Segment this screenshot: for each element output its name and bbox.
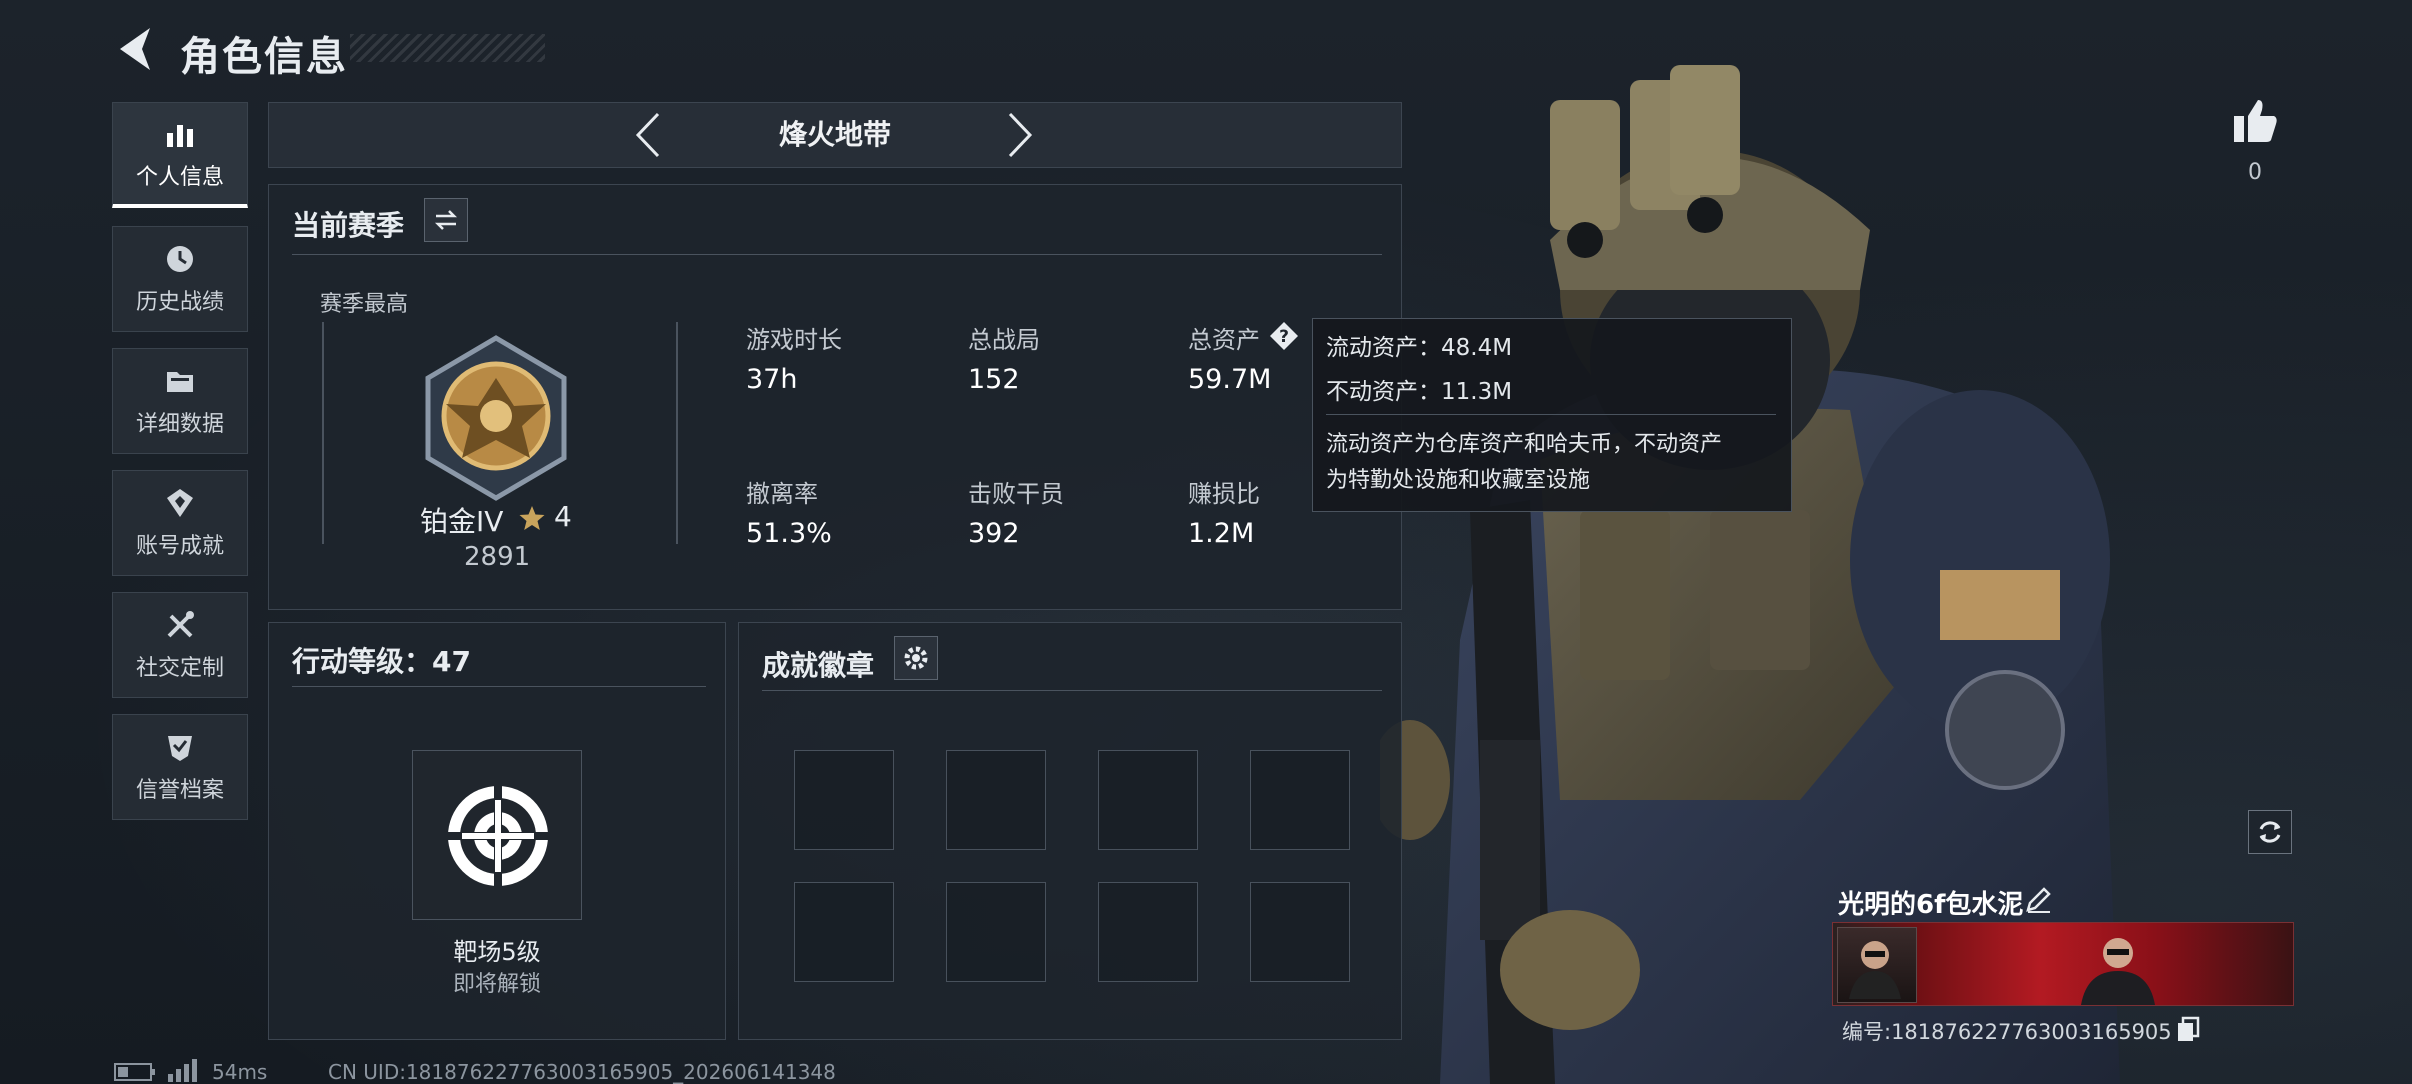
divider (1326, 414, 1776, 415)
player-banner[interactable] (1832, 922, 2294, 1006)
uid-text: CN UID:181876227763003165905_20260614134… (328, 1060, 836, 1084)
stat-value: 51.3% (746, 518, 832, 549)
page-title: 角色信息 (180, 34, 348, 80)
sidebar-item-detailed-data[interactable]: 详细数据 (112, 348, 248, 454)
battery-icon (114, 1063, 155, 1081)
unlock-item-name: 靶场5级 (453, 938, 541, 966)
like-count: 0 (2248, 160, 2262, 185)
stat-value: 1.2M (1188, 518, 1255, 549)
rank-stars-count: 4 (554, 500, 572, 533)
sidebar-item-personal-info[interactable]: 个人信息 (112, 102, 248, 208)
switch-season-button[interactable] (424, 198, 468, 242)
network-ping: 54ms (212, 1060, 268, 1084)
tooltip-description-line: 为特勤处设施和收藏室设施 (1326, 468, 1591, 493)
shield-check-icon (168, 736, 192, 761)
edit-pencil-icon[interactable] (2024, 884, 2054, 914)
rank-name: 铂金IV (420, 505, 504, 538)
badge-slot[interactable] (1098, 882, 1198, 982)
title-decoration (350, 34, 545, 62)
history-clock-icon (167, 246, 193, 272)
player-id-text: 编号:181876227763003165905 (1842, 1020, 2172, 1044)
chevron-left-icon[interactable] (632, 110, 662, 160)
tooltip-description-line: 流动资产为仓库资产和哈夫币，不动资产 (1326, 432, 1723, 457)
badges-title: 成就徽章 (762, 649, 875, 682)
sidebar-item-achievements[interactable]: 账号成就 (112, 470, 248, 576)
tooltip-liquid-assets: 流动资产：48.4M (1326, 335, 1513, 361)
svg-text:?: ? (1279, 327, 1289, 347)
divider (292, 254, 1382, 255)
badge-settings-button[interactable] (894, 636, 938, 680)
thumbs-up-icon[interactable] (2230, 96, 2280, 146)
tooltip-fixed-assets: 不动资产：11.3M (1326, 379, 1513, 405)
signal-strength-icon (168, 1059, 197, 1082)
star-icon (519, 506, 545, 530)
sidebar-item-social-custom[interactable]: 社交定制 (112, 592, 248, 698)
gear-icon (904, 646, 928, 670)
season-title: 当前赛季 (292, 209, 405, 242)
stat-label: 总战局 (968, 326, 1040, 354)
badge-slot[interactable] (1098, 750, 1198, 850)
badge-slot[interactable] (1250, 750, 1350, 850)
help-question-icon[interactable]: ? (1268, 320, 1300, 352)
badge-slot[interactable] (946, 882, 1046, 982)
sidebar-item-reputation[interactable]: 信誉档案 (112, 714, 248, 820)
action-level-title: 行动等级：47 (292, 645, 471, 678)
copy-icon[interactable] (2176, 1016, 2200, 1042)
sidebar-item-label: 详细数据 (135, 412, 224, 437)
stat-value: 37h (746, 364, 798, 395)
swap-icon (434, 210, 458, 230)
badge-slot[interactable] (794, 882, 894, 982)
stat-value: 152 (968, 364, 1020, 395)
avatar-portrait-icon (1849, 941, 1901, 999)
sidebar-item-history[interactable]: 历史战绩 (112, 226, 248, 332)
target-crosshair-icon (442, 780, 554, 892)
unlock-item-card[interactable] (412, 750, 582, 920)
stat-label: 赚损比 (1188, 480, 1260, 508)
player-name: 光明的6f包水泥 (1838, 890, 2024, 920)
badge-slot[interactable] (1250, 882, 1350, 982)
tools-icon (167, 611, 194, 638)
sidebar-item-label: 信誉档案 (135, 778, 224, 803)
sidebar-item-label: 个人信息 (135, 164, 224, 190)
sidebar-item-label: 历史战绩 (135, 290, 224, 315)
divider (762, 690, 1382, 691)
game-mode-label: 烽火地带 (778, 118, 891, 151)
rotate-character-button[interactable] (2248, 810, 2292, 854)
season-best-label: 赛季最高 (320, 292, 409, 317)
folder-icon (167, 372, 193, 392)
banner-figure-art (2081, 938, 2155, 1005)
stat-label: 击败干员 (968, 480, 1064, 508)
achievement-badge-icon (167, 489, 193, 517)
badge-slot[interactable] (794, 750, 894, 850)
bar-chart-icon (167, 124, 193, 147)
stat-label: 游戏时长 (746, 326, 842, 354)
sidebar-item-label: 社交定制 (135, 656, 224, 681)
chevron-right-icon[interactable] (1006, 110, 1036, 160)
stat-value: 392 (968, 518, 1020, 549)
stat-value: 59.7M (1188, 364, 1272, 395)
sidebar-item-label: 账号成就 (135, 534, 224, 559)
divider (292, 686, 706, 687)
back-arrow-icon[interactable] (112, 22, 156, 76)
stat-label: 总资产 (1188, 326, 1260, 354)
rank-score: 2891 (464, 542, 531, 572)
badge-slot[interactable] (946, 750, 1046, 850)
platinum-rank-emblem (425, 335, 567, 501)
refresh-icon (2259, 821, 2281, 843)
unlock-item-status: 即将解锁 (452, 972, 541, 997)
stat-label: 撤离率 (746, 480, 818, 508)
